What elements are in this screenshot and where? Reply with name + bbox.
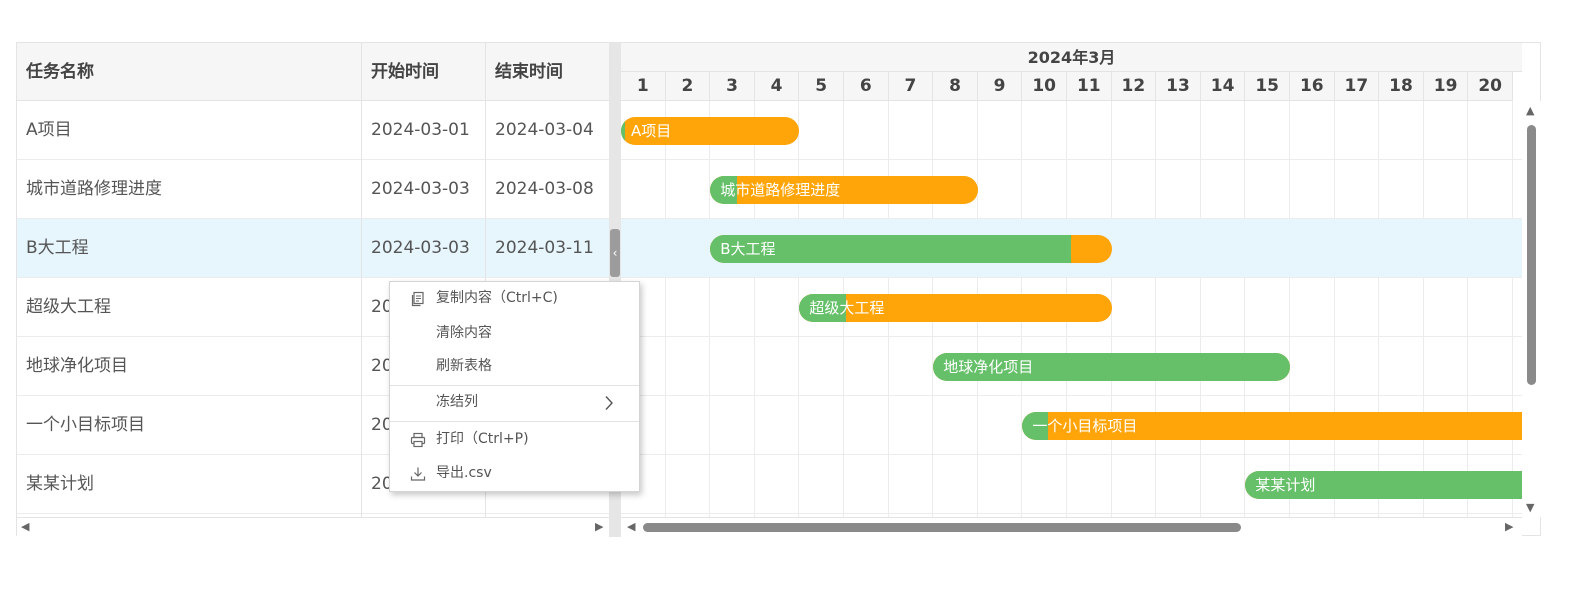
day-header-cell: 20 — [1468, 72, 1513, 101]
month-header: 2024年3月 — [621, 43, 1522, 72]
horizontal-scroll-thumb[interactable] — [643, 523, 1241, 532]
day-header-cell: 17 — [1334, 72, 1380, 101]
day-header-cell: 15 — [1245, 72, 1290, 101]
column-header-task-name[interactable]: 任务名称 — [17, 43, 361, 101]
day-header-cell: 8 — [933, 72, 978, 101]
day-header-cell: 18 — [1379, 72, 1424, 101]
day-header-cell: 6 — [844, 72, 889, 101]
gantt-chart: 任务名称 开始时间 结束时间 A项目 2024-03-01 2024-03-04… — [16, 42, 1541, 537]
task-bar-label: 地球净化项目 — [943, 357, 1034, 376]
day-header-cell: 12 — [1111, 72, 1157, 101]
task-bar[interactable]: 某某计划 — [1245, 470, 1522, 499]
scroll-right-arrow-icon[interactable]: ▶ — [595, 521, 603, 533]
scroll-up-arrow-icon[interactable]: ▲ — [1526, 105, 1534, 117]
task-progress-fill — [621, 116, 625, 145]
day-header-cell: 14 — [1200, 72, 1246, 101]
day-header-cell: 10 — [1022, 72, 1067, 101]
collapse-handle-icon[interactable]: ‹ — [610, 229, 620, 277]
cell-start-time[interactable]: 2024-03-01 — [361, 101, 485, 160]
task-bar-label: 城市道路修理进度 — [720, 180, 841, 199]
scroll-down-arrow-icon[interactable]: ▼ — [1526, 502, 1534, 514]
day-header-cell: 16 — [1290, 72, 1335, 101]
timeline-horizontal-scrollbar[interactable]: ◀ ▶ — [621, 517, 1522, 536]
cell-task-name[interactable]: 地球净化项目 — [17, 337, 361, 396]
menu-item-label: 打印（Ctrl+P) — [436, 431, 529, 447]
vertical-scroll-thumb[interactable] — [1527, 125, 1536, 385]
menu-item-refresh[interactable]: 刷新表格 — [390, 350, 639, 383]
cell-end-time[interactable]: 2024-03-11 — [485, 219, 609, 278]
day-header-cell: 4 — [754, 72, 800, 101]
column-header-start-time[interactable]: 开始时间 — [361, 43, 485, 101]
task-bar-label: 一个小目标项目 — [1032, 416, 1138, 435]
context-menu: 复制内容（Ctrl+C) 清除内容 刷新表格 冻结列 打印（Ctrl+P) 导出… — [389, 281, 640, 492]
cell-task-name[interactable]: A项目 — [17, 101, 361, 160]
task-bar-label: 超级大工程 — [809, 298, 885, 317]
task-bar[interactable]: B大工程 — [710, 234, 1112, 263]
cell-task-name[interactable]: 城市道路修理进度 — [17, 160, 361, 219]
menu-item-export-csv[interactable]: 导出.csv — [390, 457, 639, 490]
menu-item-label: 清除内容 — [436, 325, 492, 341]
chevron-right-icon — [605, 396, 613, 410]
menu-item-label: 冻结列 — [436, 394, 478, 410]
task-bar-label: B大工程 — [720, 239, 776, 258]
day-header-cell: 1 — [621, 72, 666, 101]
task-bar[interactable]: 一个小目标项目 — [1022, 411, 1522, 440]
scroll-left-arrow-icon[interactable]: ◀ — [627, 521, 635, 533]
day-header-cell: 3 — [710, 72, 755, 101]
cell-start-time[interactable]: 2024-03-03 — [361, 160, 485, 219]
day-header-cell: 5 — [799, 72, 844, 101]
day-header-cell: 19 — [1423, 72, 1469, 101]
timeline-pane: 2024年3月 1 2 3 4 5 6 7 8 9 10 11 12 13 14 15 16 17 18 19 20 … — [621, 43, 1522, 517]
task-bar-label: A项目 — [631, 121, 672, 140]
task-bar[interactable]: A项目 — [621, 116, 800, 145]
menu-separator — [390, 421, 639, 422]
cell-end-time[interactable]: 2024-03-04 — [485, 101, 609, 160]
column-divider — [361, 43, 362, 517]
menu-item-label: 复制内容（Ctrl+C) — [436, 290, 558, 306]
menu-item-label: 刷新表格 — [436, 358, 492, 374]
day-header-cell: 13 — [1156, 72, 1201, 101]
day-header-cell: 7 — [888, 72, 934, 101]
copy-icon — [411, 291, 424, 307]
printer-icon — [410, 432, 426, 448]
task-bar[interactable]: 地球净化项目 — [933, 352, 1290, 381]
day-header-cell: 2 — [665, 72, 711, 101]
download-icon — [410, 467, 426, 481]
task-bar[interactable]: 城市道路修理进度 — [710, 175, 978, 204]
day-header-cell: 9 — [977, 72, 1023, 101]
day-header-cell: 11 — [1067, 72, 1112, 101]
scroll-right-arrow-icon[interactable]: ▶ — [1505, 521, 1513, 533]
task-bar-label: 某某计划 — [1255, 475, 1316, 494]
cell-task-name[interactable]: 某某计划 — [17, 455, 361, 514]
cell-start-time[interactable]: 2024-03-03 — [361, 219, 485, 278]
cell-task-name[interactable]: 超级大工程 — [17, 278, 361, 337]
menu-item-print[interactable]: 打印（Ctrl+P) — [390, 423, 639, 456]
cell-task-name[interactable]: 一个小目标项目 — [17, 396, 361, 455]
menu-item-copy[interactable]: 复制内容（Ctrl+C) — [390, 282, 639, 315]
menu-item-clear[interactable]: 清除内容 — [390, 317, 639, 350]
menu-item-freeze-columns[interactable]: 冻结列 — [390, 386, 639, 419]
scroll-left-arrow-icon[interactable]: ◀ — [21, 521, 29, 533]
column-header-end-time[interactable]: 结束时间 — [485, 43, 609, 101]
menu-item-label: 导出.csv — [436, 465, 492, 481]
task-bar[interactable]: 超级大工程 — [799, 293, 1112, 322]
table-horizontal-scrollbar[interactable]: ◀ ▶ — [17, 517, 609, 536]
cell-end-time[interactable]: 2024-03-08 — [485, 160, 609, 219]
vertical-scrollbar[interactable]: ▲ ▼ — [1522, 101, 1541, 517]
cell-task-name[interactable]: B大工程 — [17, 219, 361, 278]
